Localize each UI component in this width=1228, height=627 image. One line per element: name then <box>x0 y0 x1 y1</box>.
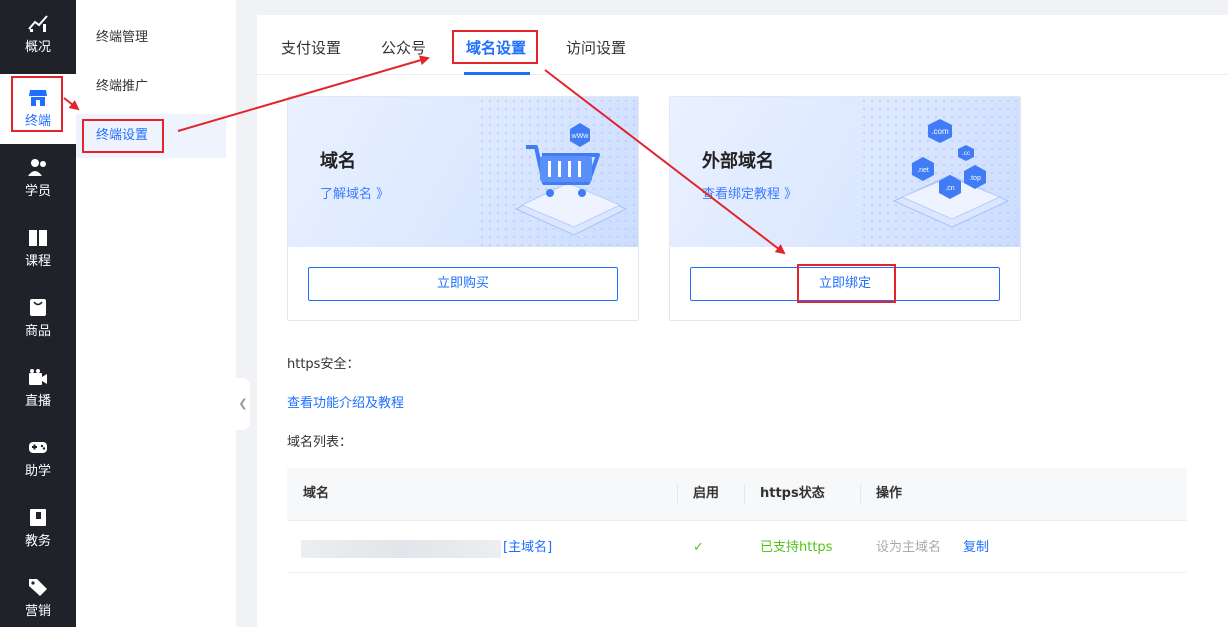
bind-now-button[interactable]: 立即绑定 <box>690 267 1000 301</box>
nav-item-assist[interactable]: 助学 <box>0 424 76 494</box>
card-banner: 域名 了解域名 》 wWw <box>288 97 638 247</box>
tab-official-account[interactable]: 公众号 <box>381 37 426 58</box>
card-banner: 外部域名 查看绑定教程 》 .com .cc .net .top .cn <box>670 97 1020 247</box>
tab-domain[interactable]: 域名设置 <box>466 37 526 58</box>
header-divider <box>677 484 678 504</box>
sub-item-terminal-manage[interactable]: 终端管理 <box>76 16 226 60</box>
nav-item-goods[interactable]: 商品 <box>0 284 76 354</box>
col-actions: 操作 <box>876 486 903 501</box>
domain-value-redacted <box>301 540 501 558</box>
nav-label: 教务 <box>24 534 51 549</box>
table-row: [主域名] ✓ 已支持https 设为主域名 复制 <box>287 520 1187 573</box>
cn-badge: .cn <box>945 185 954 192</box>
set-main-domain-action[interactable]: 设为主域名 <box>876 521 941 574</box>
nav-item-courses[interactable]: 课程 <box>0 214 76 284</box>
sub-item-terminal-promote[interactable]: 终端推广 <box>76 65 226 109</box>
nav-label: 助学 <box>24 464 51 479</box>
sub-item-terminal-settings[interactable]: 终端设置 <box>76 114 226 158</box>
notebook-icon <box>30 509 46 526</box>
nav-label: 营销 <box>24 604 51 619</box>
binding-tutorial-link[interactable]: 查看绑定教程 》 <box>702 183 797 202</box>
external-domain-card: 外部域名 查看绑定教程 》 .com .cc .net .top .cn 立即绑… <box>669 96 1021 321</box>
https-status-value: 已支持https <box>760 540 833 555</box>
col-enabled: 启用 <box>693 486 720 501</box>
tag-icon <box>29 579 47 596</box>
video-icon <box>29 369 47 385</box>
active-tab-indicator <box>464 72 530 75</box>
chart-icon <box>28 15 48 32</box>
card-title: 域名 <box>320 151 356 172</box>
tab-access[interactable]: 访问设置 <box>566 37 626 58</box>
gamepad-icon <box>29 442 47 453</box>
cart-icon: wWw <box>514 123 628 236</box>
buy-now-button[interactable]: 立即购买 <box>308 267 618 301</box>
card-title: 外部域名 <box>702 151 774 172</box>
main-domain-tag: [主域名] <box>503 540 553 555</box>
col-domain: 域名 <box>303 486 330 501</box>
main-nav: 概况 终端 学员 课程 商品 直播 助学 教务 营销 <box>0 0 76 627</box>
header-divider <box>860 484 861 504</box>
nav-label: 直播 <box>24 394 51 409</box>
nav-label: 商品 <box>24 324 51 339</box>
feature-tutorial-link[interactable]: 查看功能介绍及教程 <box>287 392 404 411</box>
users-icon <box>28 159 46 176</box>
nav-item-students[interactable]: 学员 <box>0 144 76 214</box>
domain-list-label: 域名列表： <box>287 435 353 450</box>
cc-badge: .cc <box>962 151 970 157</box>
learn-domain-link[interactable]: 了解域名 》 <box>320 183 389 202</box>
header-divider <box>744 484 745 504</box>
nav-label: 概况 <box>24 40 51 55</box>
nav-item-terminal[interactable]: 终端 <box>0 74 76 144</box>
nav-label: 终端 <box>24 114 51 129</box>
domain-card: 域名 了解域名 》 wWw 立即购买 <box>287 96 639 321</box>
nav-item-live[interactable]: 直播 <box>0 354 76 424</box>
table-header: 域名 启用 https状态 操作 <box>287 468 1187 520</box>
https-security-label: https安全： <box>287 357 360 372</box>
tab-payment[interactable]: 支付设置 <box>281 37 341 58</box>
nav-label: 学员 <box>24 184 51 199</box>
nav-item-overview[interactable]: 概况 <box>0 0 76 70</box>
check-icon: ✓ <box>693 540 704 555</box>
main-content: 支付设置 公众号 域名设置 访问设置 域名 了解域名 》 wWw 立即购买 外部… <box>257 15 1228 627</box>
nav-item-marketing[interactable]: 营销 <box>0 564 76 627</box>
domains-icon: .com .cc .net .top .cn <box>892 119 1010 228</box>
www-badge: wWw <box>571 133 590 140</box>
sub-nav: 终端管理 终端推广 终端设置 <box>76 0 236 627</box>
copy-action[interactable]: 复制 <box>963 521 989 574</box>
tab-bar: 支付设置 公众号 域名设置 访问设置 <box>257 15 1228 75</box>
nav-label: 课程 <box>24 254 51 269</box>
collapse-sidebar-button[interactable]: ❮ <box>236 378 250 430</box>
bag-icon <box>30 299 46 316</box>
col-https-status: https状态 <box>760 486 825 501</box>
top-badge: .top <box>969 175 981 182</box>
chevron-left-icon: ❮ <box>238 397 248 410</box>
book-icon <box>29 230 47 246</box>
com-badge: .com <box>931 127 949 136</box>
net-badge: .net <box>917 167 929 174</box>
store-icon <box>29 90 47 106</box>
nav-item-academic[interactable]: 教务 <box>0 494 76 564</box>
